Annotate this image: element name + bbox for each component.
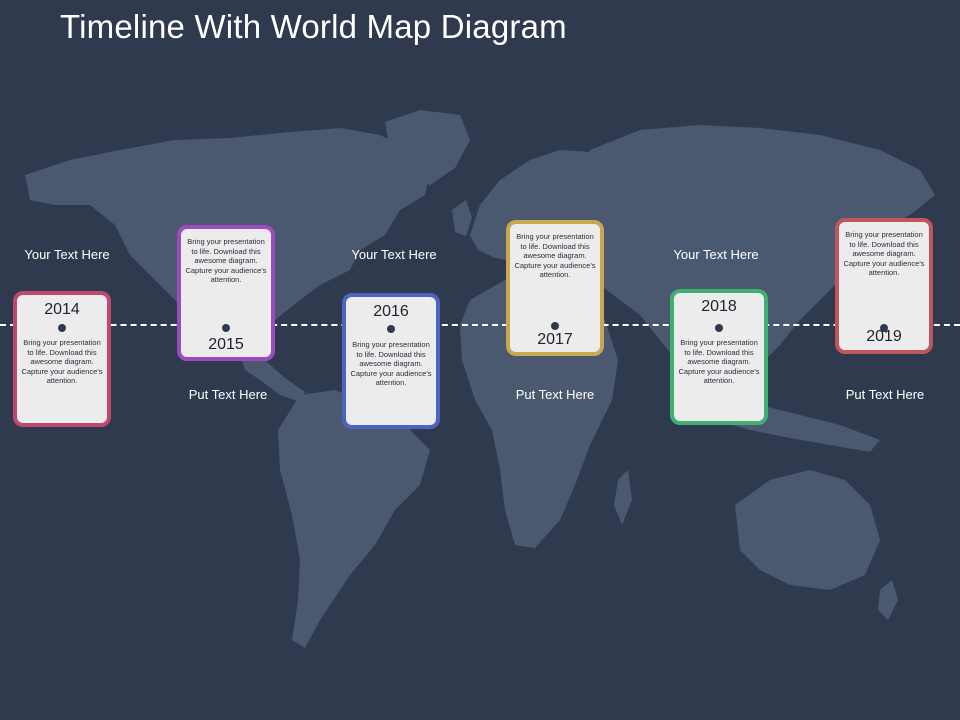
card-year: 2016 [373, 303, 409, 320]
label-top-1: Your Text Here [24, 247, 110, 262]
madagascar-shape [614, 470, 632, 525]
timeline-dot [715, 324, 723, 332]
card-description: Bring your presentation to life. Downloa… [843, 230, 925, 278]
timeline-dot [58, 324, 66, 332]
timeline-dot [222, 324, 230, 332]
card-description: Bring your presentation to life. Downloa… [21, 338, 103, 386]
card-2016: 2016 Bring your presentation to life. Do… [342, 293, 440, 429]
page-title: Timeline With World Map Diagram [60, 8, 567, 45]
new-zealand-shape [878, 580, 898, 620]
world-map [25, 110, 935, 648]
card-year: 2015 [208, 336, 244, 353]
timeline-dot [387, 325, 395, 333]
card-description: Bring your presentation to life. Downloa… [185, 237, 267, 285]
card-2014: 2014 Bring your presentation to life. Do… [13, 291, 111, 427]
slide: Timeline With World Map Diagram 2014 Bri… [0, 0, 960, 720]
label-bottom-2: Put Text Here [515, 387, 595, 402]
card-2019: Bring your presentation to life. Downloa… [835, 218, 933, 354]
timeline-dot [551, 322, 559, 330]
card-year: 2014 [44, 301, 80, 318]
label-bottom-3: Put Text Here [845, 387, 925, 402]
label-bottom-1: Put Text Here [188, 387, 268, 402]
card-2018: 2018 Bring your presentation to life. Do… [670, 289, 768, 425]
card-year: 2019 [866, 328, 902, 345]
world-map-landmasses [25, 110, 935, 648]
label-top-2: Your Text Here [351, 247, 437, 262]
uk-shape [452, 200, 472, 236]
card-year: 2017 [537, 331, 573, 348]
card-2017: Bring your presentation to life. Downloa… [506, 220, 604, 356]
card-description: Bring your presentation to life. Downloa… [350, 340, 432, 388]
timeline-line [0, 324, 960, 326]
card-2015: Bring your presentation to life. Downloa… [177, 225, 275, 361]
label-top-3: Your Text Here [673, 247, 759, 262]
card-description: Bring your presentation to life. Downloa… [678, 338, 760, 386]
card-description: Bring your presentation to life. Downloa… [514, 232, 596, 280]
card-year: 2018 [701, 298, 737, 315]
australia-shape [735, 470, 880, 590]
